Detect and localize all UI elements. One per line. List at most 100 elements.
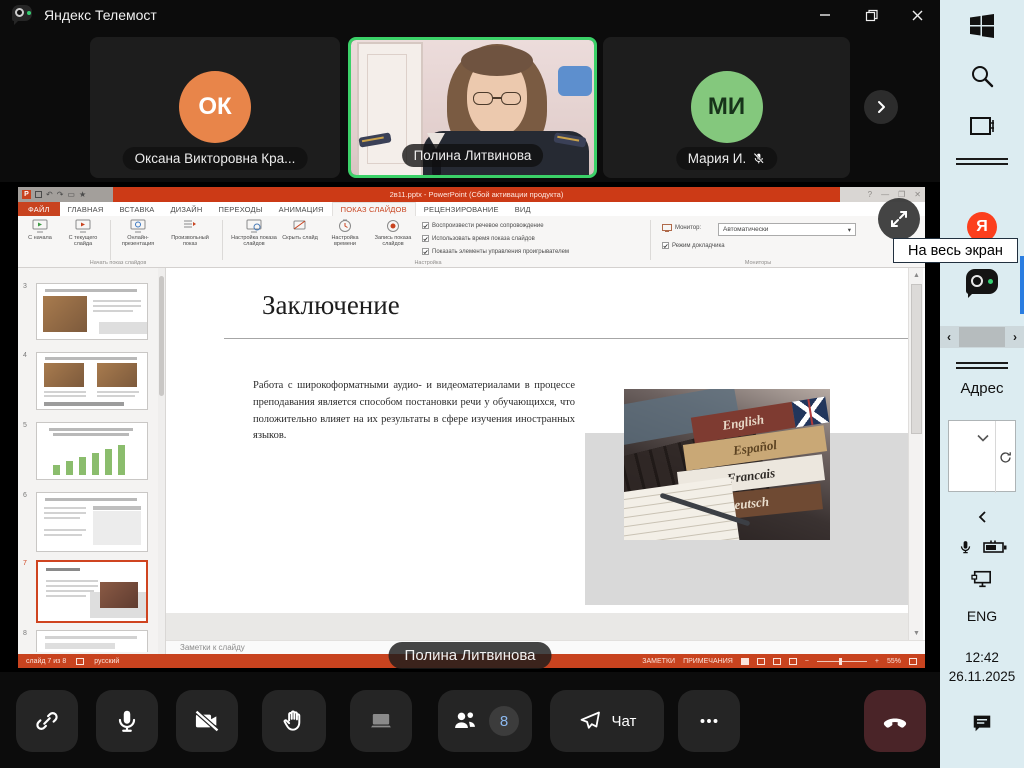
- action-center-icon: [971, 712, 993, 734]
- window-title: Яндекс Телемост: [44, 7, 157, 23]
- tab-slideshow[interactable]: ПОКАЗ СЛАЙДОВ: [332, 202, 416, 216]
- view-slideshow-icon[interactable]: [789, 658, 797, 665]
- taskbar-scrollbar[interactable]: ‹ ›: [940, 326, 1024, 348]
- checkbox-play-narrations[interactable]: Воспроизвести речевое сопровождение: [422, 222, 544, 229]
- scroll-up-icon[interactable]: ▲: [909, 268, 924, 282]
- slide-thumbnail-8[interactable]: [36, 630, 148, 652]
- thumb-number: 5: [23, 422, 27, 429]
- ppt-quick-access-toolbar: P ↶ ↷ ▭ ★: [18, 187, 113, 202]
- language-indicator[interactable]: русский: [94, 658, 119, 665]
- screen-share-button[interactable]: [350, 690, 412, 752]
- chevron-right-icon: [874, 100, 888, 114]
- tab-insert[interactable]: ВСТАВКА: [111, 202, 162, 216]
- hide-slide-button[interactable]: Скрыть слайд: [280, 219, 320, 241]
- help-icon: ?: [868, 190, 872, 199]
- zoom-level[interactable]: 55%: [887, 658, 901, 665]
- checkbox-use-timings[interactable]: Использовать время показа слайдов: [422, 235, 535, 242]
- participants-button[interactable]: 8: [438, 690, 532, 752]
- slide-thumbnail-3[interactable]: [36, 283, 148, 340]
- avatar: МИ: [691, 71, 763, 143]
- from-current-slide-button[interactable]: С текущего слайда: [60, 219, 106, 248]
- address-input[interactable]: [948, 420, 1016, 492]
- camera-off-button[interactable]: [176, 690, 238, 752]
- view-reading-icon[interactable]: [773, 658, 781, 665]
- slideshow-icon: ▭: [67, 191, 75, 199]
- slide-counter: слайд 7 из 8: [26, 658, 66, 665]
- view-sorter-icon[interactable]: [757, 658, 765, 665]
- fullscreen-button[interactable]: [878, 198, 920, 240]
- scroll-right-icon[interactable]: ›: [1006, 330, 1024, 344]
- battery-icon[interactable]: [983, 539, 1007, 555]
- tab-animation[interactable]: АНИМАЦИЯ: [271, 202, 332, 216]
- tray-expand-button[interactable]: [940, 506, 1024, 528]
- rehearse-timings-button[interactable]: Настройка времени: [322, 219, 368, 248]
- time-label: 12:42: [949, 649, 1016, 668]
- shared-screen-area[interactable]: P ↶ ↷ ▭ ★ 2в11.pptx - PowerPoint (Сбой а…: [0, 182, 940, 672]
- view-normal-icon[interactable]: [741, 658, 749, 665]
- slide-thumbnail-5[interactable]: [36, 422, 148, 480]
- scroll-down-icon[interactable]: ▼: [909, 626, 924, 640]
- tab-file[interactable]: ФАЙЛ: [18, 202, 60, 216]
- tab-view[interactable]: ВИД: [507, 202, 539, 216]
- participant-tile-polina-video[interactable]: Полина Литвинова: [348, 37, 597, 178]
- tab-transitions[interactable]: ПЕРЕХОДЫ: [211, 202, 271, 216]
- end-call-button[interactable]: [864, 690, 926, 752]
- slide-thumbnail-7-current[interactable]: [36, 560, 148, 623]
- checkbox-show-media-controls[interactable]: Показать элементы управления проигрывате…: [422, 248, 569, 255]
- tab-home[interactable]: ГЛАВНАЯ: [60, 202, 112, 216]
- tab-design[interactable]: ДИЗАЙН: [163, 202, 211, 216]
- network-tray-button[interactable]: [940, 566, 1024, 592]
- search-icon: [969, 63, 995, 89]
- raise-hand-button[interactable]: [262, 690, 326, 752]
- comments-toggle[interactable]: ПРИМЕЧАНИЯ: [683, 658, 733, 665]
- chevron-down-icon[interactable]: [977, 429, 989, 447]
- thumbnail-scrollbar[interactable]: [158, 268, 165, 654]
- custom-show-button[interactable]: Произвольный показ: [164, 219, 216, 248]
- clock[interactable]: 12:42 26.11.2025: [940, 646, 1024, 690]
- ellipsis-icon: [696, 708, 722, 734]
- action-center-button[interactable]: [940, 708, 1024, 738]
- from-start-button[interactable]: С начала: [20, 219, 60, 241]
- language-indicator[interactable]: ENG: [940, 604, 1024, 628]
- zoom-in-icon[interactable]: +: [875, 658, 879, 665]
- chat-label: Чат: [612, 713, 637, 730]
- invite-link-button[interactable]: [16, 690, 78, 752]
- more-options-button[interactable]: [678, 690, 740, 752]
- slide-thumbnail-4[interactable]: [36, 352, 148, 410]
- minimize-icon[interactable]: [802, 0, 848, 30]
- scroll-thumb[interactable]: [959, 327, 1005, 347]
- online-presentation-button[interactable]: Онлайн-презентация: [114, 219, 162, 248]
- search-button[interactable]: [940, 60, 1024, 92]
- paper-plane-icon: [578, 709, 602, 733]
- participant-tile-oksana[interactable]: ОК Оксана Викторовна Кра...: [90, 37, 340, 178]
- participant-tile-maria[interactable]: МИ Мария И.: [603, 37, 850, 178]
- next-participants-button[interactable]: [864, 90, 898, 124]
- monitor-dropdown[interactable]: Автоматически▾: [718, 223, 856, 236]
- checkbox-presenter-view[interactable]: Режим докладчика: [662, 242, 725, 249]
- slide-title: Заключение: [262, 290, 400, 321]
- minimize-icon: —: [881, 190, 889, 199]
- record-slideshow-button[interactable]: Запись показа слайдов: [370, 219, 416, 248]
- telemost-taskbar-button[interactable]: [940, 264, 1024, 300]
- slide-scrollbar[interactable]: ▲ ▼: [908, 268, 923, 640]
- scroll-left-icon[interactable]: ‹: [940, 330, 958, 344]
- microphone-button[interactable]: [96, 690, 158, 752]
- tab-review[interactable]: РЕЦЕНЗИРОВАНИЕ: [416, 202, 507, 216]
- tray-mic-icon[interactable]: [958, 537, 973, 557]
- fit-slide-icon[interactable]: [909, 658, 917, 665]
- person-decor: [461, 46, 533, 76]
- restore-icon[interactable]: [848, 0, 894, 30]
- chat-button[interactable]: Чат: [550, 690, 664, 752]
- setup-slideshow-button[interactable]: Настройка показа слайдов: [228, 219, 280, 248]
- task-view-icon: [968, 114, 996, 138]
- windows-taskbar: Я ‹ › Адрес: [940, 0, 1024, 768]
- slide-thumbnail-6[interactable]: [36, 492, 148, 552]
- zoom-out-icon[interactable]: −: [805, 658, 809, 665]
- start-button[interactable]: [940, 10, 1024, 42]
- notes-toggle[interactable]: ЗАМЕТКИ: [642, 658, 675, 665]
- ppt-ribbon: С начала С текущего слайда Онлайн-презен…: [18, 216, 925, 268]
- task-view-button[interactable]: [940, 110, 1024, 142]
- close-icon[interactable]: [894, 0, 940, 30]
- zoom-slider[interactable]: [817, 661, 867, 662]
- address-go-button[interactable]: [995, 421, 1015, 493]
